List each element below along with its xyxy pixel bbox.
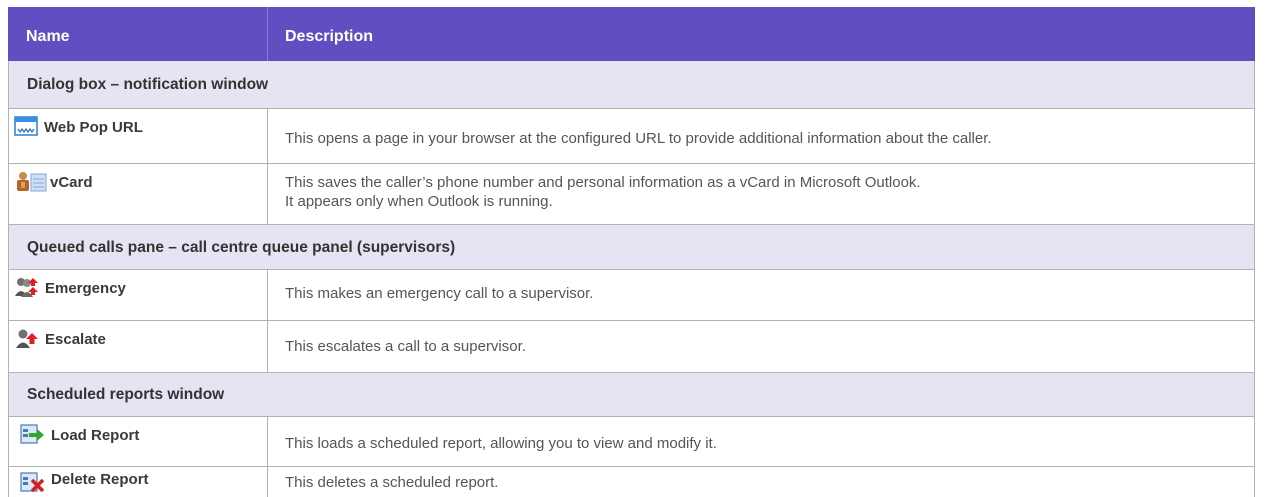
icon-reference-table: Name Description Dialog box – notificati… <box>8 7 1255 497</box>
item-description: This saves the caller’s phone number and… <box>285 174 921 191</box>
section-title: Queued calls pane – call centre queue pa… <box>27 239 456 256</box>
table-row: Web Pop URL This opens a page in your br… <box>8 109 1255 164</box>
section-header: Scheduled reports window <box>8 373 1255 417</box>
table-row: Emergency This makes an emergency call t… <box>8 270 1255 321</box>
item-name: Web Pop URL <box>44 119 143 136</box>
item-description: This escalates a call to a supervisor. <box>285 338 526 355</box>
escalate-icon <box>16 329 38 348</box>
item-name: Escalate <box>45 331 106 348</box>
item-description: This loads a scheduled report, allowing … <box>285 435 717 452</box>
item-name: vCard <box>50 174 93 191</box>
item-name: Delete Report <box>51 471 149 488</box>
table-row: Load Report This loads a scheduled repor… <box>8 417 1255 467</box>
table-row: vCard This saves the caller’s phone numb… <box>8 164 1255 225</box>
section-title: Scheduled reports window <box>27 386 225 403</box>
web-pop-icon <box>14 116 38 136</box>
table-row: Delete Report This deletes a scheduled r… <box>8 467 1255 497</box>
emergency-icon <box>15 278 38 297</box>
vcard-icon <box>17 172 47 192</box>
section-title: Dialog box – notification window <box>27 76 269 93</box>
item-name: Load Report <box>51 427 140 444</box>
item-description-line-2: It appears only when Outlook is running. <box>285 193 553 210</box>
table-header: Name Description <box>8 7 1255 61</box>
item-description: This makes an emergency call to a superv… <box>285 285 594 302</box>
item-description: This deletes a scheduled report. <box>285 474 499 491</box>
load-report-icon <box>20 424 44 444</box>
section-header: Queued calls pane – call centre queue pa… <box>8 225 1255 270</box>
item-name: Emergency <box>45 280 126 297</box>
column-header-name: Name <box>26 28 70 45</box>
table-row: Escalate This escalates a call to a supe… <box>8 321 1255 373</box>
delete-report-icon <box>20 472 44 493</box>
item-description: This opens a page in your browser at the… <box>285 130 992 147</box>
column-header-description: Description <box>285 28 374 45</box>
section-header: Dialog box – notification window <box>8 61 1255 109</box>
